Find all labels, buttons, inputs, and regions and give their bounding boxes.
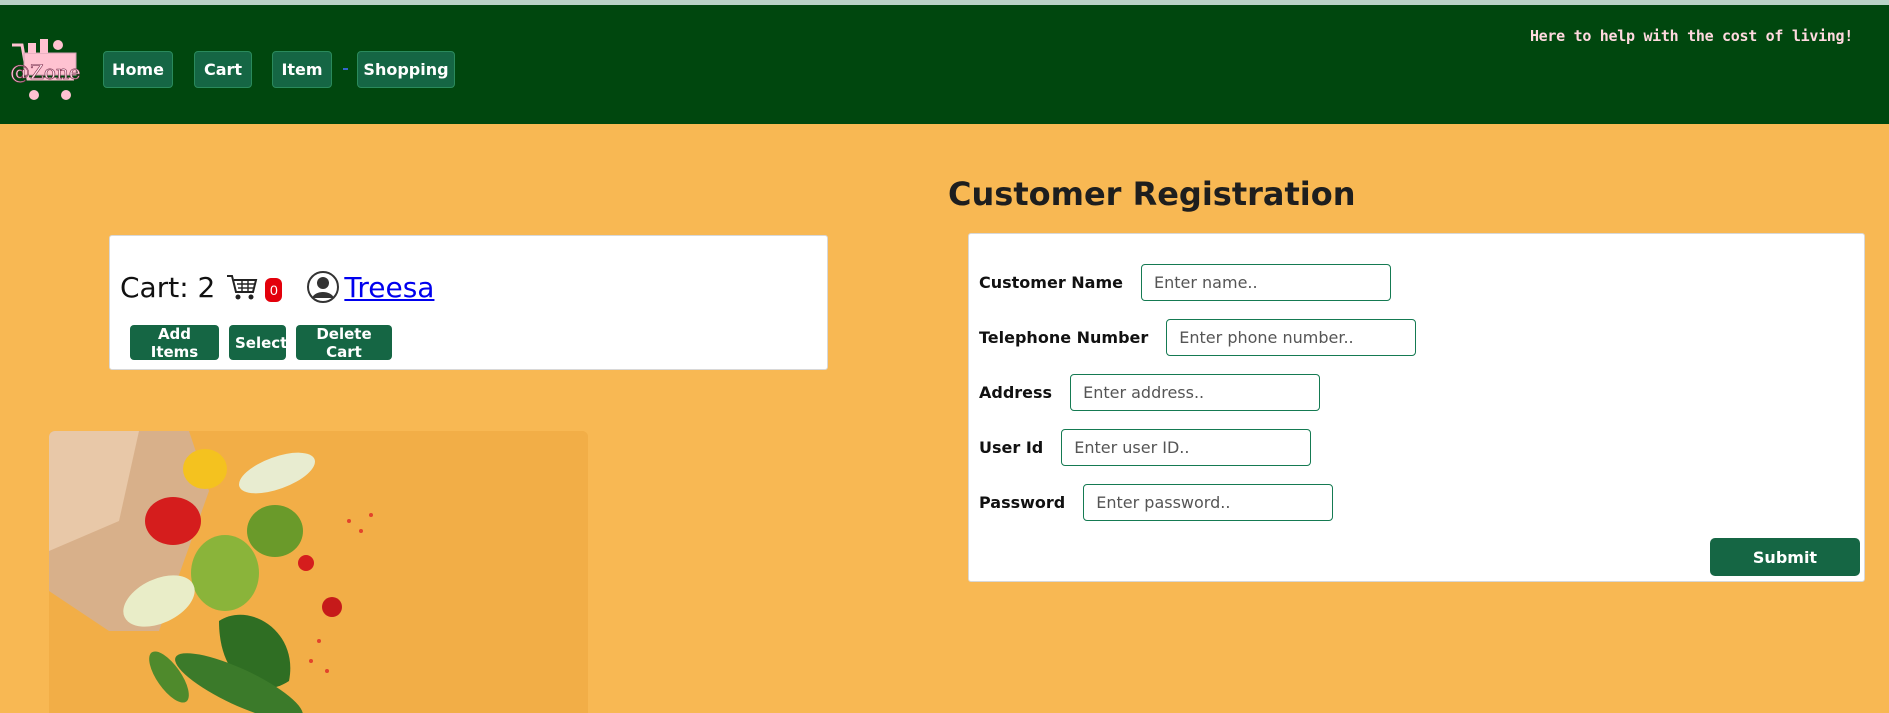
- user-profile-link[interactable]: Treesa: [344, 271, 434, 304]
- telephone-label: Telephone Number: [979, 328, 1149, 347]
- cart-logo-icon[interactable]: @Zone: [8, 35, 86, 105]
- registration-form: Customer Name Telephone Number Address U…: [968, 233, 1865, 582]
- cart-badge: 0: [265, 278, 283, 302]
- telephone-row: Telephone Number: [979, 319, 1417, 356]
- groceries-image: [49, 431, 588, 713]
- user-id-input[interactable]: [1061, 429, 1312, 466]
- address-label: Address: [979, 383, 1053, 402]
- password-row: Password: [979, 484, 1334, 521]
- delete-cart-button[interactable]: Delete Cart: [296, 325, 392, 361]
- customer-name-row: Customer Name: [979, 264, 1391, 301]
- nav-cart[interactable]: Cart: [194, 51, 252, 88]
- select-button[interactable]: Select: [229, 325, 287, 360]
- registration-title: Customer Registration: [948, 175, 1356, 213]
- navbar: @Zone Home Cart Item Shopping Here to he…: [0, 5, 1889, 124]
- nav-home[interactable]: Home: [103, 51, 173, 88]
- tagline: Here to help with the cost of living!: [1529, 27, 1853, 45]
- shopping-cart-icon[interactable]: [225, 272, 259, 302]
- customer-name-label: Customer Name: [979, 273, 1123, 292]
- address-input[interactable]: [1070, 374, 1321, 411]
- submit-button[interactable]: Submit: [1710, 538, 1860, 576]
- cart-count-label: Cart: 2: [120, 270, 216, 304]
- nav-shopping[interactable]: Shopping: [357, 51, 455, 88]
- cart-actions: Add Items Select Delete Cart: [130, 325, 392, 361]
- telephone-input[interactable]: [1166, 319, 1417, 356]
- user-id-row: User Id: [979, 429, 1312, 466]
- customer-name-input[interactable]: [1141, 264, 1391, 301]
- password-input[interactable]: [1083, 484, 1334, 521]
- nav-separator-link[interactable]: [343, 68, 348, 70]
- address-row: Address: [979, 374, 1321, 411]
- cart-summary: Cart: 2 0 Treesa: [120, 270, 434, 304]
- user-avatar-icon: [307, 271, 340, 303]
- nav-item[interactable]: Item: [272, 51, 332, 88]
- svg-text:@Zone: @Zone: [10, 60, 81, 84]
- user-id-label: User Id: [979, 438, 1044, 457]
- cart-panel: Cart: 2 0 Treesa Add Items Select Delete…: [109, 235, 828, 370]
- password-label: Password: [979, 493, 1066, 512]
- add-items-button[interactable]: Add Items: [130, 325, 219, 361]
